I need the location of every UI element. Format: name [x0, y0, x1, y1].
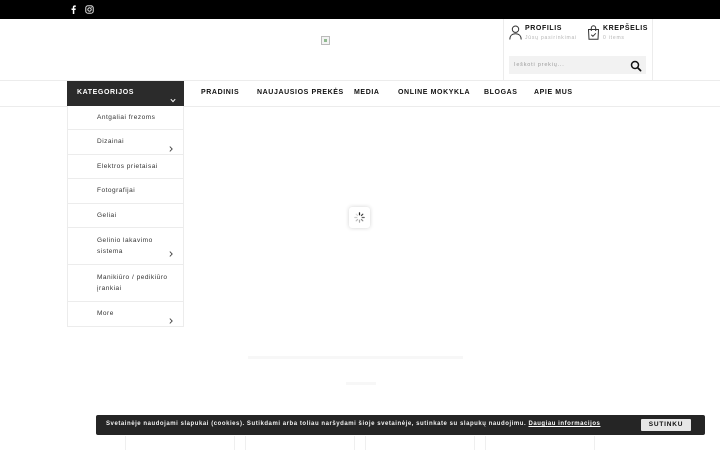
- categories-toggle[interactable]: KATEGORIJOS: [67, 81, 184, 106]
- nav-link-pradinis[interactable]: PRADINIS: [201, 89, 239, 96]
- site-header: PROFILIS Jūsų pasirinkimai KREPŠELIS 0 i…: [0, 19, 720, 81]
- category-item-manikiuro-pedikiuro-irankiai[interactable]: Manikiūro / pedikiūro įrankiai: [68, 265, 183, 302]
- category-item-gelinio-lakavimo-sistema[interactable]: Gelinio lakavimo sistema: [68, 228, 183, 265]
- category-item-elektros-prietaisai[interactable]: Elektros prietaisai: [68, 155, 183, 179]
- cookie-message-text: Svetainėje naudojami slapukai (cookies).…: [106, 421, 600, 427]
- product-card-placeholder: [245, 436, 355, 450]
- category-label: sistema: [97, 248, 123, 255]
- nav-link-media[interactable]: MEDIA: [354, 89, 380, 96]
- cart-title: KREPŠELIS: [603, 25, 649, 32]
- category-item-geliai[interactable]: Geliai: [68, 204, 183, 228]
- category-item-dizainai[interactable]: Dizainai: [68, 130, 183, 155]
- product-card-placeholder: [485, 436, 595, 450]
- product-card-placeholder: [365, 436, 475, 450]
- category-label: More: [97, 310, 114, 317]
- cookie-message: Svetainėje naudojami slapukai (cookies).…: [106, 421, 527, 427]
- category-menu: Antgaliai frezoms Dizainai Elektros prie…: [67, 106, 184, 327]
- cart-count: 0 items: [603, 35, 625, 41]
- category-label: Antgaliai frezoms: [97, 114, 156, 121]
- category-label: Fotografijai: [97, 187, 136, 194]
- category-item-antgaliai-frezoms[interactable]: Antgaliai frezoms: [68, 106, 183, 130]
- search-box: [509, 56, 646, 74]
- category-item-more[interactable]: More: [68, 302, 183, 327]
- profile-link[interactable]: PROFILIS Jūsų pasirinkimai: [509, 25, 579, 45]
- user-icon: [509, 25, 522, 45]
- category-label: įrankiai: [97, 285, 122, 292]
- category-label: Geliai: [97, 212, 117, 219]
- main-nav: KATEGORIJOS PRADINIS NAUJAUSIOS PREKĖS M…: [0, 81, 720, 107]
- facebook-icon[interactable]: [68, 4, 79, 15]
- category-item-fotografijai[interactable]: Fotografijai: [68, 179, 183, 204]
- search-input[interactable]: [509, 56, 627, 74]
- chevron-right-icon: [169, 311, 173, 329]
- product-card-placeholder: [125, 436, 235, 450]
- shopping-bag-icon: [587, 25, 600, 45]
- cookie-accept-button[interactable]: SUTINKU: [641, 419, 691, 431]
- content-placeholder: [248, 356, 463, 359]
- profile-subtitle: Jūsų pasirinkimai: [525, 35, 577, 41]
- nav-link-online-mokykla[interactable]: ONLINE MOKYKLA: [398, 89, 470, 96]
- instagram-icon[interactable]: [84, 4, 95, 15]
- content-placeholder: [346, 382, 376, 385]
- header-divider: [503, 19, 504, 81]
- category-label: Elektros prietaisai: [97, 163, 158, 170]
- cookie-more-info-link[interactable]: Daugiau informacijos: [528, 421, 600, 427]
- header-divider: [652, 19, 653, 81]
- site-logo[interactable]: [321, 36, 330, 45]
- nav-link-naujausios-prekes[interactable]: NAUJAUSIOS PREKĖS: [257, 89, 344, 96]
- categories-label: KATEGORIJOS: [77, 89, 135, 96]
- search-icon[interactable]: [630, 59, 642, 72]
- loading-spinner-icon: [349, 207, 370, 228]
- chevron-right-icon: [169, 244, 173, 262]
- category-label: Dizainai: [97, 138, 125, 145]
- cookie-consent-bar: Svetainėje naudojami slapukai (cookies).…: [96, 415, 705, 435]
- nav-link-apie-mus[interactable]: APIE MUS: [534, 89, 573, 96]
- profile-title: PROFILIS: [525, 25, 563, 32]
- top-bar: [0, 0, 720, 19]
- cart-link[interactable]: KREPŠELIS 0 items: [587, 25, 649, 45]
- nav-link-blogas[interactable]: BLOGAS: [484, 89, 518, 96]
